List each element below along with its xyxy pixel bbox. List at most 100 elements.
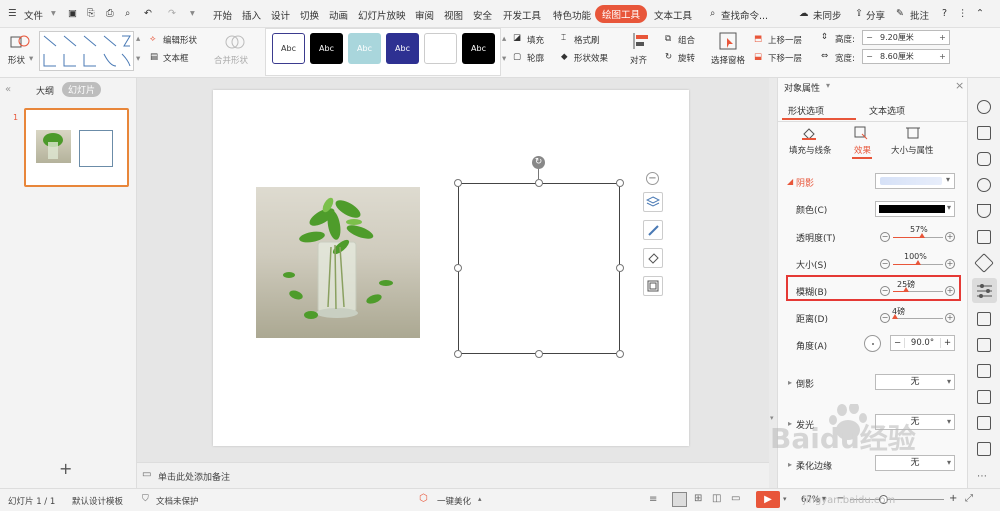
share-button[interactable]: 分享 (866, 8, 885, 22)
reflection-section[interactable]: 倒影 (796, 377, 814, 390)
fit-window-icon[interactable]: ⤢ (965, 493, 973, 504)
angle-value[interactable]: 90.0° (904, 338, 941, 348)
merge-shape-button[interactable]: 合并形状 (214, 54, 248, 66)
properties-active-tab[interactable] (972, 278, 997, 303)
style-option-5[interactable] (424, 33, 457, 64)
height-stepper[interactable]: − 9.20厘米 + (862, 30, 950, 45)
print-icon[interactable]: ⎙ (106, 8, 114, 19)
shadow-section[interactable]: 阴影 (796, 176, 814, 189)
zoom-in-button[interactable]: + (949, 493, 957, 504)
bring-forward-button[interactable]: 上移一层 (768, 34, 802, 46)
notes-bar[interactable]: ▭ 单击此处添加备注 (137, 462, 777, 488)
close-icon[interactable]: × (955, 79, 964, 92)
menu-developer[interactable]: 开发工具 (503, 8, 541, 22)
transparency-increase-button[interactable]: + (945, 232, 955, 242)
resize-handle-top-right[interactable] (616, 179, 624, 187)
menu-transition[interactable]: 切换 (300, 8, 319, 22)
size-increase-button[interactable]: + (945, 259, 955, 269)
reflection-dropdown[interactable]: 无 (875, 374, 955, 390)
blur-slider[interactable] (893, 287, 943, 292)
reading-view-icon[interactable]: ◫ (712, 493, 721, 504)
angle-dial[interactable] (864, 335, 881, 352)
glow-dropdown[interactable]: 无 (875, 414, 955, 430)
distance-increase-button[interactable]: + (945, 313, 955, 323)
angle-increase-button[interactable]: + (941, 338, 954, 348)
angle-decrease-button[interactable]: − (891, 338, 904, 348)
shape-dropdown-icon[interactable]: ▾ (29, 54, 33, 64)
copy-icon[interactable] (977, 126, 991, 140)
menu-insert[interactable]: 插入 (242, 8, 261, 22)
width-stepper[interactable]: − 8.60厘米 + (862, 49, 950, 64)
archive-icon[interactable] (977, 390, 991, 404)
glow-section[interactable]: 发光 (796, 418, 814, 431)
distance-slider[interactable] (892, 314, 943, 319)
blur-decrease-button[interactable]: − (880, 286, 890, 296)
style-option-6[interactable]: Abc (462, 33, 495, 64)
soft-edge-expand-icon[interactable]: ▸ (788, 460, 792, 469)
sorter-view-icon[interactable]: ⊞ (694, 493, 702, 504)
pen-icon[interactable] (643, 220, 663, 240)
normal-view-icon[interactable] (672, 492, 687, 507)
transparency-slider[interactable] (893, 233, 943, 238)
reflection-expand-icon[interactable]: ▸ (788, 378, 792, 387)
slider-thumb[interactable] (915, 260, 921, 265)
shapes-icon[interactable] (977, 152, 991, 166)
beautify-expand-icon[interactable]: ▴ (478, 495, 482, 503)
help-circle-icon[interactable] (977, 442, 991, 456)
size-decrease-button[interactable]: − (880, 259, 890, 269)
user-icon[interactable] (977, 100, 991, 114)
angle-stepper[interactable]: − 90.0° + (890, 335, 955, 351)
more-icon[interactable]: ⋯ (977, 471, 987, 482)
collapse-panel-icon[interactable]: « (5, 84, 11, 95)
protect-status[interactable]: 文档未保护 (156, 495, 199, 507)
zoom-level[interactable]: 67% (801, 495, 820, 505)
sync-status[interactable]: 未同步 (813, 8, 842, 22)
soft-edge-dropdown[interactable]: 无 (875, 455, 955, 471)
menu-review[interactable]: 审阅 (415, 8, 434, 22)
search-command[interactable]: 查找命令... (721, 8, 768, 22)
menu-view[interactable]: 视图 (444, 8, 463, 22)
shadow-expand-icon[interactable]: ◢ (787, 177, 793, 186)
soft-edge-section[interactable]: 柔化边缘 (796, 459, 832, 472)
comment-button[interactable]: 批注 (910, 8, 929, 22)
beautify-button[interactable]: 一键美化 (437, 495, 471, 507)
location-icon[interactable] (977, 178, 991, 192)
line-shape-gallery[interactable] (39, 31, 134, 71)
style-icon[interactable] (977, 230, 991, 244)
dropdown-icon[interactable]: ▾ (51, 8, 56, 19)
collapse-ribbon-icon[interactable]: ⌃ (976, 8, 984, 19)
resize-handle-bottom-left[interactable] (454, 350, 462, 358)
format-brush-button[interactable]: 格式刷 (574, 34, 600, 46)
save-icon[interactable]: ▣ (68, 8, 77, 19)
height-value[interactable]: 9.20厘米 (876, 32, 936, 43)
style-option-3[interactable]: Abc (348, 33, 381, 64)
textbox-button[interactable]: 文本框 (163, 52, 189, 64)
search-icon[interactable]: ⌕ (710, 8, 715, 19)
zoom-slider-thumb[interactable] (879, 495, 888, 504)
gallery-expand-icon[interactable]: ▾ (136, 54, 140, 64)
notes-toggle-icon[interactable]: ≡ (649, 494, 657, 505)
resize-handle-top-left[interactable] (454, 179, 462, 187)
subtab-effect[interactable]: 效果 (854, 144, 871, 156)
shadow-preset-dropdown[interactable]: ▾ (875, 173, 955, 189)
notes-placeholder[interactable]: 单击此处添加备注 (158, 470, 230, 483)
style-option-1[interactable]: Abc (272, 33, 305, 64)
scroll-arrow-down-icon[interactable]: ▾ (770, 414, 774, 422)
menu-slideshow[interactable]: 幻灯片放映 (358, 8, 406, 22)
panel-title-dropdown-icon[interactable]: ▾ (826, 81, 830, 90)
glow-expand-icon[interactable]: ▸ (788, 419, 792, 428)
menu-start[interactable]: 开始 (213, 8, 232, 22)
zoom-out-button[interactable]: − (836, 493, 844, 504)
align-button[interactable]: 对齐 (630, 54, 647, 66)
tab-slides[interactable]: 幻灯片 (62, 82, 102, 97)
blur-increase-button[interactable]: + (945, 286, 955, 296)
transparency-decrease-button[interactable]: − (880, 232, 890, 242)
send-backward-button[interactable]: 下移一层 (768, 52, 802, 64)
image-settings-icon[interactable] (977, 312, 991, 326)
slide-thumbnail[interactable] (24, 108, 129, 187)
zoom-dropdown-icon[interactable]: ▾ (822, 494, 826, 503)
hamburger-icon[interactable]: ☰ (8, 8, 17, 19)
tab-outline[interactable]: 大纲 (36, 84, 54, 97)
resize-handle-bottom-right[interactable] (616, 350, 624, 358)
shape-button[interactable]: 形状 (8, 54, 25, 66)
